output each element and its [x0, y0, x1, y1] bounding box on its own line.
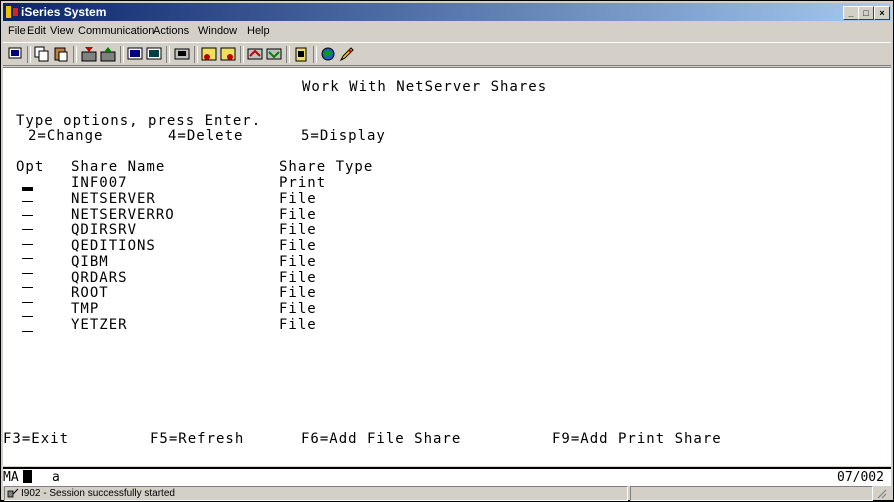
opt-input[interactable] — [22, 273, 33, 274]
share-name: INF007 — [71, 175, 128, 191]
opt-input[interactable] — [22, 331, 33, 332]
menu-communication[interactable]: Communication — [78, 25, 154, 37]
share-type: File — [279, 207, 317, 223]
opt-input[interactable] — [22, 302, 33, 303]
keyboard-icon[interactable] — [247, 46, 263, 62]
menu-edit[interactable]: Edit — [27, 25, 46, 37]
option-change: 2=Change — [28, 128, 104, 144]
oia-mode: MA — [3, 470, 19, 485]
share-type: Print — [279, 175, 327, 191]
play-icon[interactable] — [201, 46, 217, 62]
share-name: QRDARS — [71, 270, 128, 286]
menu-view[interactable]: View — [50, 25, 74, 37]
cursor-position: 07/002 — [837, 470, 884, 485]
color-icon[interactable] — [266, 46, 282, 62]
share-type: File — [279, 222, 317, 238]
opt-input[interactable] — [22, 287, 33, 288]
option-delete: 4=Delete — [168, 128, 244, 144]
share-type: File — [279, 254, 317, 270]
column-header-share-name: Share Name — [71, 159, 166, 175]
record-icon[interactable] — [146, 46, 162, 62]
fkey-exit[interactable]: F3=Exit — [3, 432, 69, 446]
text-cursor — [22, 187, 33, 191]
send-icon[interactable] — [81, 46, 97, 62]
fkey-add-file-share[interactable]: F6=Add File Share — [301, 432, 461, 446]
fkey-refresh[interactable]: F5=Refresh — [150, 432, 244, 446]
share-type: File — [279, 238, 317, 254]
column-header-share-type: Share Type — [279, 159, 374, 175]
oia-block-cursor — [23, 470, 32, 483]
instruction-text: Type options, press Enter. — [16, 113, 262, 129]
share-name: QIBM — [71, 254, 109, 270]
paste-icon[interactable] — [53, 46, 69, 62]
operator-info-area: MA a 07/002 — [3, 467, 891, 486]
opt-input[interactable] — [22, 201, 33, 202]
opt-input[interactable] — [22, 229, 33, 230]
window-title: iSeries System — [21, 5, 107, 19]
maximize-button[interactable]: □ — [858, 6, 874, 20]
share-name: YETZER — [71, 317, 128, 333]
fkey-add-print-share[interactable]: F9=Add Print Share — [552, 432, 722, 446]
share-name: NETSERVER — [71, 191, 156, 207]
connection-icon — [7, 488, 19, 498]
share-name: TMP — [71, 301, 100, 317]
title-bar[interactable]: iSeries System _ □ × — [3, 3, 891, 21]
minimize-button[interactable]: _ — [843, 6, 859, 20]
menu-help[interactable]: Help — [247, 25, 270, 37]
opt-input[interactable] — [22, 244, 33, 245]
receive-icon[interactable] — [100, 46, 116, 62]
option-display: 5=Display — [301, 128, 386, 144]
opt-input[interactable] — [22, 316, 33, 317]
share-type: File — [279, 285, 317, 301]
menu-actions[interactable]: Actions — [153, 25, 189, 37]
resize-grip-icon[interactable] — [875, 487, 887, 499]
macro-icon[interactable] — [174, 46, 190, 62]
copy-icon[interactable] — [34, 46, 50, 62]
share-name: NETSERVERRO — [71, 207, 175, 223]
screen-title: Work With NetServer Shares — [302, 79, 548, 95]
edit-icon[interactable] — [339, 46, 355, 62]
opt-input[interactable] — [22, 215, 33, 216]
app-icon — [6, 6, 18, 18]
share-type: File — [279, 317, 317, 333]
status-message-pane: I902 - Session successfully started — [4, 486, 628, 501]
terminal-screen[interactable]: Work With NetServer Shares Type options,… — [3, 67, 891, 466]
clipboard-icon[interactable] — [293, 46, 309, 62]
share-type: File — [279, 191, 317, 207]
share-name: ROOT — [71, 285, 109, 301]
share-name: QEDITIONS — [71, 238, 156, 254]
opt-input[interactable] — [22, 258, 33, 259]
share-type: File — [279, 270, 317, 286]
stop-icon[interactable] — [220, 46, 236, 62]
globe-icon[interactable] — [320, 46, 336, 62]
toolbar — [3, 42, 891, 66]
status-bar: I902 - Session successfully started — [3, 485, 891, 501]
status-pane-right — [630, 486, 873, 501]
share-type: File — [279, 301, 317, 317]
status-message: I902 - Session successfully started — [21, 488, 175, 499]
display-icon[interactable] — [127, 46, 143, 62]
oia-field: a — [52, 470, 60, 485]
print-screen-icon[interactable] — [7, 46, 23, 62]
menu-file[interactable]: File — [8, 25, 26, 37]
close-button[interactable]: × — [874, 6, 890, 20]
column-header-opt: Opt — [16, 159, 45, 175]
emulator-window: iSeries System _ □ × File Edit View Comm… — [0, 0, 894, 501]
menu-window[interactable]: Window — [198, 25, 237, 37]
menu-bar: File Edit View Communication Actions Win… — [3, 22, 891, 40]
share-name: QDIRSRV — [71, 222, 138, 238]
